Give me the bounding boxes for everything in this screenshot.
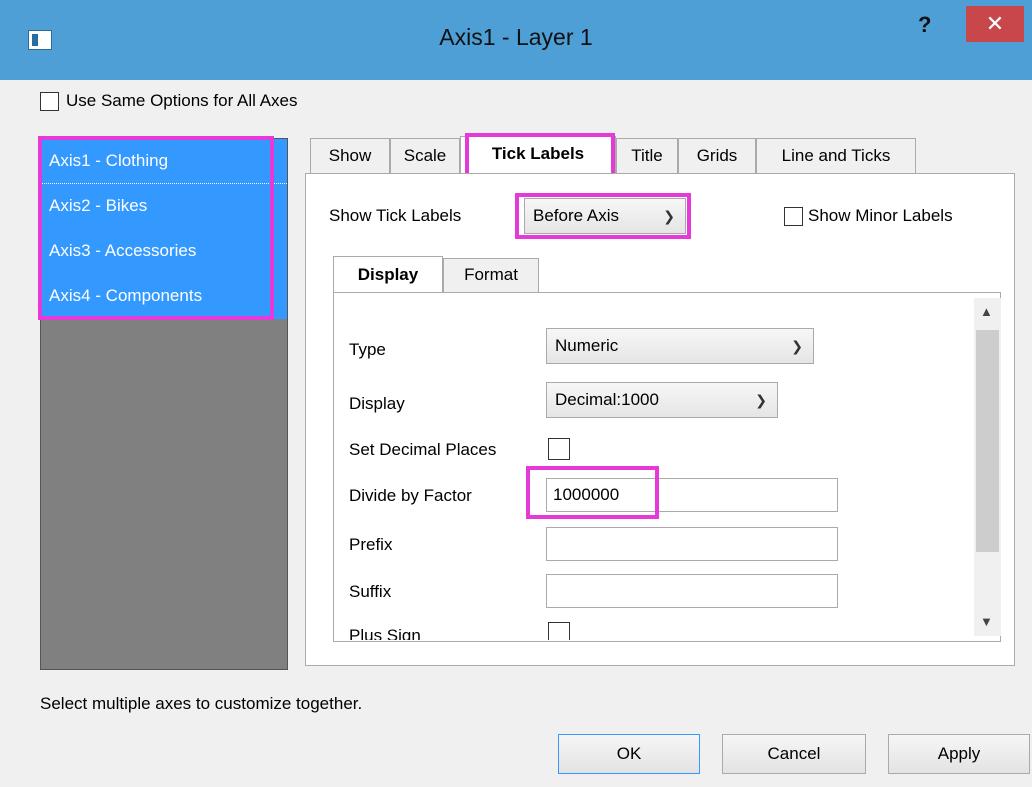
tab-tick-labels[interactable]: Tick Labels <box>460 136 616 174</box>
display-select[interactable]: Decimal:1000 ❯ <box>546 382 778 418</box>
set-decimal-places-checkbox[interactable] <box>548 438 570 460</box>
axis-item-label: Axis4 - Components <box>49 286 203 305</box>
axis-item-label: Axis2 - Bikes <box>49 196 148 215</box>
cancel-button[interactable]: Cancel <box>722 734 866 774</box>
scroll-down-icon[interactable]: ▼ <box>980 614 993 629</box>
axis-item-label: Axis3 - Accessories <box>49 241 197 260</box>
show-minor-labels-label: Show Minor Labels <box>808 206 953 225</box>
plus-sign-checkbox[interactable] <box>548 622 570 640</box>
show-tick-labels-select[interactable]: Before Axis ❯ <box>524 198 686 234</box>
tab-grids[interactable]: Grids <box>678 138 756 174</box>
tab-format[interactable]: Format <box>443 258 539 292</box>
ok-button[interactable]: OK <box>558 734 700 774</box>
tab-title[interactable]: Title <box>616 138 678 174</box>
divide-by-factor-input[interactable]: 1000000 <box>546 478 838 512</box>
scroll-thumb[interactable] <box>976 330 999 552</box>
chevron-down-icon: ❯ <box>663 208 675 224</box>
type-value: Numeric <box>555 336 619 355</box>
axis-list[interactable]: Axis1 - Clothing Axis2 - Bikes Axis3 - A… <box>40 138 288 670</box>
type-label: Type <box>349 340 386 359</box>
suffix-label: Suffix <box>349 582 392 601</box>
scroll-up-icon[interactable]: ▲ <box>980 304 993 319</box>
status-text: Select multiple axes to customize togeth… <box>40 694 363 713</box>
show-tick-labels-value: Before Axis <box>533 206 619 225</box>
suffix-input[interactable] <box>546 574 838 608</box>
use-same-options-label: Use Same Options for All Axes <box>66 91 298 110</box>
title-bar: Axis1 - Layer 1 ? ✕ <box>0 0 1032 80</box>
set-decimal-places-label: Set Decimal Places <box>349 440 497 459</box>
type-select[interactable]: Numeric ❯ <box>546 328 814 364</box>
axis-item-bikes[interactable]: Axis2 - Bikes <box>41 184 287 229</box>
tab-line-and-ticks[interactable]: Line and Ticks <box>756 138 916 174</box>
prefix-label: Prefix <box>349 535 393 554</box>
display-value: Decimal:1000 <box>555 390 659 409</box>
axis-item-clothing[interactable]: Axis1 - Clothing <box>41 139 287 184</box>
divide-by-factor-label: Divide by Factor <box>349 486 472 505</box>
apply-button[interactable]: Apply <box>888 734 1030 774</box>
axis-item-components[interactable]: Axis4 - Components <box>41 274 287 319</box>
chevron-down-icon: ❯ <box>791 338 803 354</box>
axis-item-label: Axis1 - Clothing <box>49 151 169 170</box>
display-label: Display <box>349 394 405 413</box>
close-button[interactable]: ✕ <box>966 6 1024 42</box>
use-same-options-checkbox[interactable] <box>40 92 59 111</box>
plus-sign-label: Plus Sign <box>349 626 421 640</box>
tab-scale[interactable]: Scale <box>390 138 460 174</box>
window-title: Axis1 - Layer 1 <box>439 24 593 50</box>
plus-sign-row: Plus Sign <box>334 618 972 640</box>
tab-display[interactable]: Display <box>333 256 443 294</box>
help-button[interactable]: ? <box>918 12 931 38</box>
axis-item-accessories[interactable]: Axis3 - Accessories <box>41 229 287 274</box>
chevron-down-icon: ❯ <box>755 392 767 408</box>
show-tick-labels-label: Show Tick Labels <box>329 206 462 225</box>
prefix-input[interactable] <box>546 527 838 561</box>
show-minor-labels-checkbox[interactable] <box>784 207 803 226</box>
tab-show[interactable]: Show <box>310 138 390 174</box>
